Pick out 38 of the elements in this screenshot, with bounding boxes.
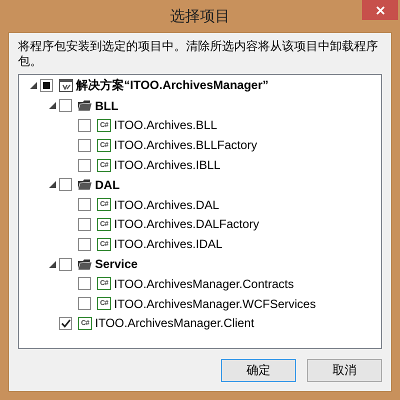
folder-name[interactable]: DAL: [95, 178, 120, 192]
project-name[interactable]: ITOO.Archives.DAL: [114, 198, 220, 212]
checkbox[interactable]: [78, 198, 91, 212]
project-name[interactable]: ITOO.Archives.IBLL: [114, 158, 220, 172]
cancel-button[interactable]: 取消: [307, 359, 382, 382]
project-name[interactable]: ITOO.Archives.DALFactory: [114, 217, 260, 232]
checkbox[interactable]: [59, 316, 72, 330]
checkbox[interactable]: [78, 138, 91, 152]
checkbox[interactable]: [78, 277, 91, 290]
checkbox[interactable]: [78, 218, 91, 231]
folder-name[interactable]: BLL: [95, 98, 118, 113]
checkbox[interactable]: [59, 99, 72, 112]
checkbox[interactable]: [78, 158, 91, 172]
project-name[interactable]: ITOO.Archives.BLLFactory: [114, 138, 258, 152]
folder-icon: [77, 178, 93, 192]
close-button[interactable]: [362, 0, 398, 20]
close-icon: [376, 6, 384, 14]
project-name[interactable]: ITOO.ArchivesManager.WCFServices: [114, 296, 316, 311]
project-name[interactable]: ITOO.ArchivesManager.Contracts: [114, 276, 294, 291]
folder-name[interactable]: Service: [95, 257, 138, 272]
project-name[interactable]: ITOO.Archives.IDAL: [114, 237, 222, 252]
checkbox[interactable]: [78, 118, 91, 132]
solution-name[interactable]: 解决方案“ITOO.ArchivesManager”: [76, 77, 268, 94]
project-name[interactable]: ITOO.Archives.BLL: [114, 118, 218, 132]
checkbox[interactable]: [59, 178, 72, 192]
checkbox[interactable]: [59, 258, 72, 271]
folder-icon: [77, 257, 93, 272]
checkmark-icon: [60, 318, 70, 328]
checkbox[interactable]: [40, 79, 53, 92]
folder-icon: [77, 98, 93, 113]
checkbox[interactable]: [78, 238, 91, 251]
window-title: 选择项目: [170, 6, 230, 26]
solution-icon: [58, 78, 74, 93]
checkbox[interactable]: [78, 297, 91, 310]
square-icon: [43, 82, 50, 90]
ok-button[interactable]: 确定: [221, 359, 296, 382]
instruction-text: 将程序包安装到选定的项目中。清除所选内容将从该项目中卸载程序包。: [18, 39, 379, 69]
project-name[interactable]: ITOO.ArchivesManager.Client: [95, 316, 254, 330]
